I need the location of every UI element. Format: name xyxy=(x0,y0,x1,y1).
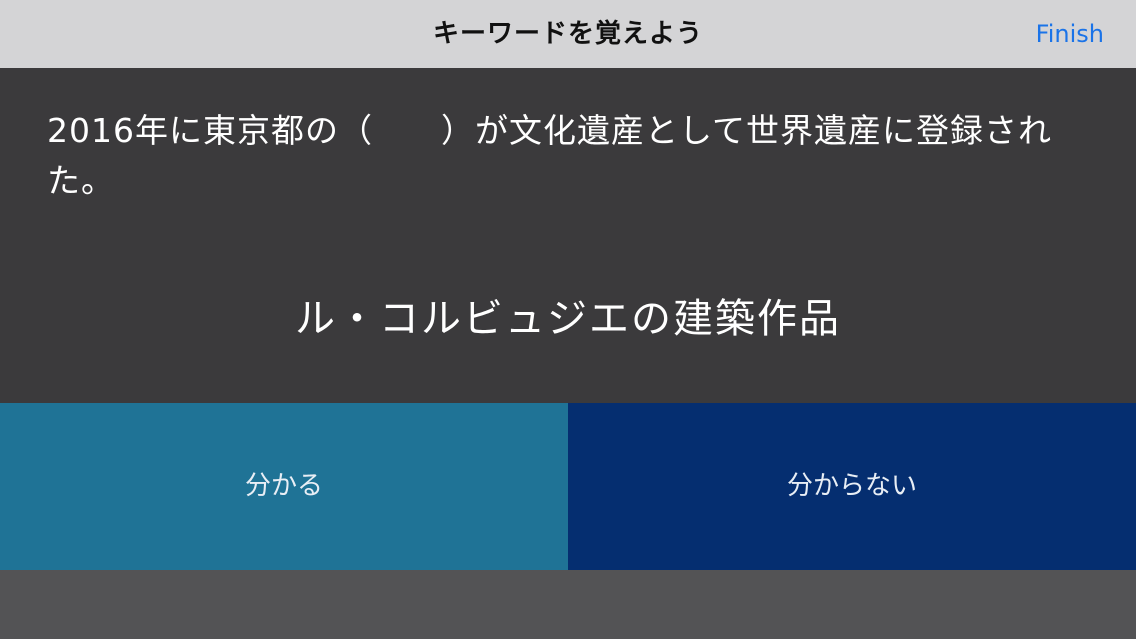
dont-know-button[interactable]: 分からない xyxy=(568,403,1136,570)
answer-text: ル・コルビュジエの建築作品 xyxy=(295,296,841,342)
know-button[interactable]: 分かる xyxy=(0,403,568,570)
flashcard-screen: キーワードを覚えよう Finish 2016年に東京都の（ ）が文化遺産として世… xyxy=(0,0,1136,639)
bottom-empty-area xyxy=(0,570,1136,639)
page-title: キーワードを覚えよう xyxy=(432,19,703,49)
question-text: 2016年に東京都の（ ）が文化遺産として世界遺産に登録された。 xyxy=(47,111,1052,200)
answer-buttons: 分かる 分からない xyxy=(0,403,1136,570)
finish-button[interactable]: Finish xyxy=(1036,0,1104,68)
navigation-bar: キーワードを覚えよう Finish xyxy=(0,0,1136,68)
flashcard: 2016年に東京都の（ ）が文化遺産として世界遺産に登録された。 ル・コルビュジ… xyxy=(0,68,1136,403)
